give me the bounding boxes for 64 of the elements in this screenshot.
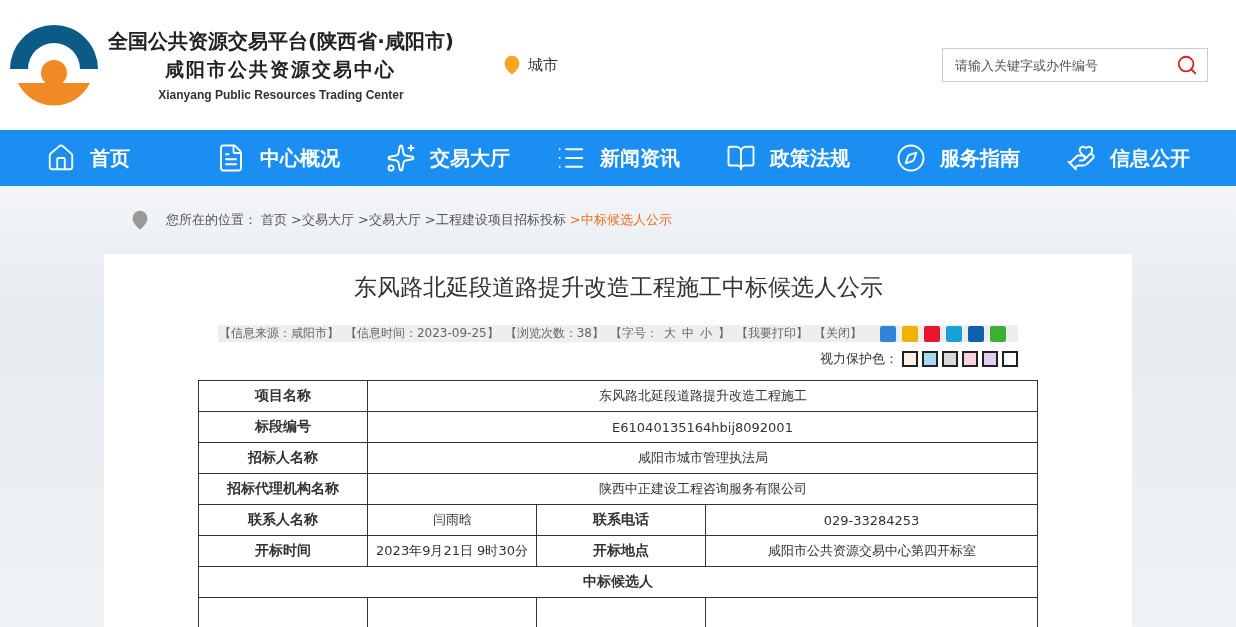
table-cell: 2023年9月21日 9时30分 [367, 535, 537, 567]
font-size-link[interactable]: 大 [664, 325, 676, 342]
nav-item[interactable]: 信息公开 [1066, 143, 1236, 173]
nav-hand-icon [1066, 143, 1096, 173]
color-swatch[interactable] [962, 351, 978, 367]
nav-item[interactable]: 政策法规 [726, 143, 896, 173]
action-link[interactable]: 【关闭】 [814, 325, 862, 342]
nav-book-icon [726, 143, 756, 173]
table-cell: 咸阳市城市管理执法局 [367, 442, 1038, 474]
table-header-cell: 开标时间 [198, 535, 368, 567]
table-cell: 咸阳市公共资源交易中心第四开标室 [705, 535, 1038, 567]
breadcrumb-label: 您所在的位置： [166, 211, 257, 229]
table-header-cell: 招标代理机构名称 [198, 473, 368, 505]
table-cell: 陕西中正建设工程咨询服务有限公司 [367, 473, 1038, 505]
meta-text: 【浏览次数：38】 [504, 325, 604, 342]
font-size-label: 【字号： [610, 325, 658, 342]
bracket-text: 】 [718, 325, 730, 342]
breadcrumb-link[interactable]: >工程建设项目招标投标 [424, 211, 566, 229]
table-header-cell: 标段编号 [198, 411, 368, 443]
nav-compass-icon [896, 143, 926, 173]
breadcrumb-link[interactable]: 首页 [261, 211, 287, 229]
search-field[interactable]: 请输入关键字或办件编号 [942, 48, 1208, 82]
meta-text: 【信息时间：2023-09-25】 [344, 325, 499, 342]
table-header-cell: 联系人名称 [198, 504, 368, 536]
center-name-english: Xianyang Public Resources Trading Center [158, 88, 404, 102]
font-size-link[interactable]: 小 [700, 325, 712, 342]
table-cell: 闫雨晗 [367, 504, 537, 536]
nav-item[interactable]: 服务指南 [896, 143, 1066, 173]
eye-care-label: 视力保护色： [820, 350, 898, 368]
nav-item[interactable]: 首页 [46, 143, 216, 173]
share-icon[interactable] [880, 325, 896, 342]
nav-item[interactable]: 中心概况 [216, 143, 386, 173]
article-title: 东风路北延段道路提升改造工程施工中标候选人公示 [353, 273, 883, 302]
table-cell: E61040135164hbij8092001 [367, 411, 1038, 443]
share-icon[interactable] [924, 325, 940, 342]
share-icon[interactable] [946, 325, 962, 342]
share-icon[interactable] [968, 325, 984, 342]
table-header-cell: 项目名称 [198, 380, 368, 412]
meta-text: 【信息来源：咸阳市】 [218, 325, 339, 342]
table-header-cell: 开标地点 [536, 535, 706, 567]
color-swatch[interactable] [942, 351, 958, 367]
nav-home-icon [46, 143, 76, 173]
nav-item[interactable]: 新闻资讯 [556, 143, 726, 173]
table-header-cell: 招标人名称 [198, 442, 368, 474]
breadcrumb-link[interactable]: >交易大厅 [357, 211, 421, 229]
breadcrumb-link[interactable]: >交易大厅 [291, 211, 354, 229]
font-size-link[interactable]: 中 [682, 325, 694, 342]
color-swatch[interactable] [902, 351, 918, 367]
breadcrumb-link[interactable]: >中标候选人公示 [569, 211, 672, 229]
nav-item[interactable]: 交易大厅 [386, 143, 556, 173]
location-label: 城市 [527, 55, 558, 75]
color-swatch[interactable] [922, 351, 938, 367]
platform-title: 全国公共资源交易平台(陕西省·咸阳市) [108, 28, 454, 55]
table-cell: 029-33284253 [705, 504, 1038, 536]
table-header-cell: 联系电话 [536, 504, 706, 536]
table-cell: 东风路北延段道路提升改造工程施工 [367, 380, 1038, 412]
search-icon[interactable] [1176, 54, 1198, 76]
color-swatch[interactable] [1002, 351, 1018, 367]
color-swatch[interactable] [982, 351, 998, 367]
action-link[interactable]: 【我要打印】 [736, 325, 808, 342]
location-pin-icon [130, 210, 150, 230]
table-section-header: 中标候选人 [198, 566, 1038, 598]
center-name: 咸阳市公共资源交易中心 [165, 57, 397, 82]
nav-star-icon [386, 143, 416, 173]
